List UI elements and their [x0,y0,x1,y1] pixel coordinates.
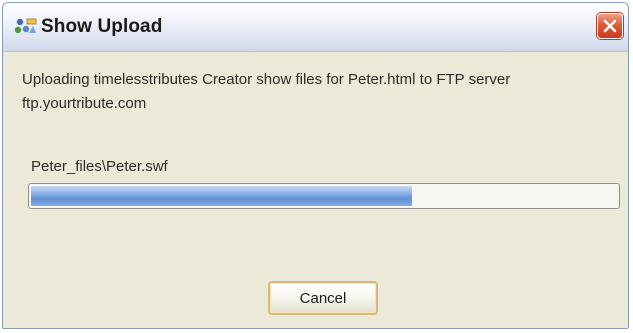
title-bar[interactable]: Show Upload [3,3,628,52]
close-button[interactable] [597,13,623,39]
upload-app-icon [13,17,37,37]
window-title: Show Upload [41,16,163,37]
dialog-body: Uploading timelesstributes Creator show … [3,52,628,328]
upload-dialog: Show Upload Uploading timelesstributes C… [2,2,629,329]
upload-progress-bar [28,183,620,209]
cancel-button[interactable]: Cancel [268,281,378,315]
current-file-label: Peter_files\Peter.swf [31,158,168,175]
progress-fill [31,186,412,206]
upload-message: Uploading timelesstributes Creator show … [22,71,511,112]
close-icon [603,19,617,33]
